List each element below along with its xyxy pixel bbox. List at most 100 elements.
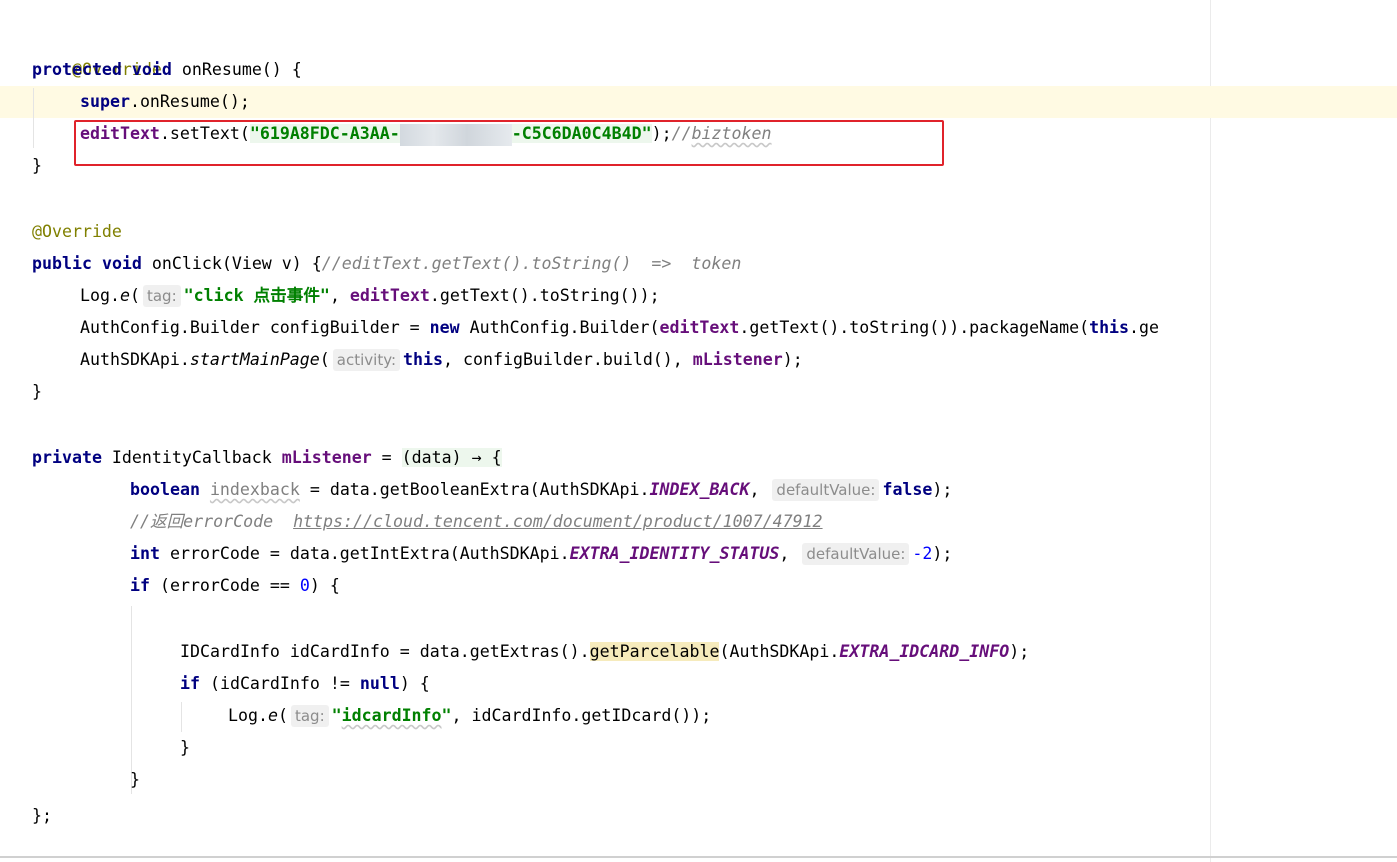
code-line[interactable]: Log.e(tag: "idcardInfo", idCardInfo.getID… <box>228 700 711 732</box>
code-line[interactable]: boolean indexback = data.getBooleanExtra… <box>130 474 952 506</box>
code-text: , <box>329 286 350 305</box>
closing-brace: } <box>180 738 190 757</box>
code-line[interactable]: public void onClick(View v) {//editText.… <box>32 248 741 280</box>
code-line[interactable]: //返回errorCode https://cloud.tencent.com/… <box>130 506 823 538</box>
code-text: Log. <box>80 286 120 305</box>
code-line[interactable]: int errorCode = data.getIntExtra(AuthSDK… <box>130 538 952 570</box>
field-reference: editText <box>349 286 430 305</box>
keyword: protected <box>32 60 122 79</box>
code-text: ( <box>319 350 330 369</box>
code-line[interactable]: protected void onResume() { <box>32 54 302 86</box>
parameter-hint: defaultValue: <box>802 543 910 565</box>
code-line[interactable]: Log.e(tag: "click 点击事件", editText.getText… <box>80 280 660 312</box>
right-margin-guide <box>1210 0 1211 862</box>
code-editor[interactable]: @Override protected void onResume() { su… <box>0 0 1397 862</box>
keyword: if <box>130 576 150 595</box>
string-literal: "click 点击事件" <box>183 286 330 305</box>
code-text: , <box>779 544 800 563</box>
code-text: , idCardInfo.getIDcard()); <box>451 706 712 725</box>
keyword: super <box>80 92 130 111</box>
parameter-hint: activity: <box>332 349 401 371</box>
static-method: e <box>119 286 130 305</box>
keyword: int <box>130 544 160 563</box>
code-text: .ge <box>1129 318 1160 337</box>
parameter-hint: tag: <box>142 285 181 307</box>
code-text: AuthSDKApi. <box>80 350 190 369</box>
code-line[interactable]: IDCardInfo idCardInfo = data.getExtras()… <box>180 636 1029 668</box>
code-text: IdentityCallback <box>101 448 282 467</box>
code-text: .getText().toString()); <box>429 286 660 305</box>
static-field: EXTRA_IDENTITY_STATUS <box>569 544 780 563</box>
comment: //返回errorCode <box>130 512 294 531</box>
folded-lambda[interactable]: (data) → { <box>401 448 502 467</box>
highlighted-method: getParcelable <box>589 642 720 661</box>
number-literal: -2 <box>912 544 933 563</box>
code-line[interactable]: } <box>130 764 140 796</box>
keyword: null <box>359 674 400 693</box>
code-text: onClick(View v) { <box>141 254 322 273</box>
keyword: false <box>882 480 933 499</box>
code-text: (idCardInfo != <box>199 674 360 693</box>
bottom-border <box>0 856 1397 858</box>
code-text: (errorCode == <box>149 576 300 595</box>
closing-brace: } <box>32 156 42 175</box>
code-text: IDCardInfo idCardInfo = data.getExtras()… <box>180 642 590 661</box>
code-line[interactable]: AuthConfig.Builder configBuilder = new A… <box>80 312 1159 344</box>
code-text: , configBuilder.build(), <box>443 350 693 369</box>
code-line[interactable]: } <box>32 150 42 182</box>
code-line[interactable]: if (idCardInfo != null) { <box>180 668 430 700</box>
closing-brace: } <box>32 382 42 401</box>
field-reference: mListener <box>692 350 783 369</box>
code-text: AuthConfig.Builder configBuilder = <box>80 318 430 337</box>
static-field: EXTRA_IDCARD_INFO <box>839 642 1010 661</box>
highlight-box <box>74 120 944 166</box>
code-text: ); <box>932 480 953 499</box>
code-text: Log. <box>228 706 268 725</box>
code-line[interactable]: if (errorCode == 0) { <box>130 570 340 602</box>
keyword: this <box>403 350 444 369</box>
number-literal: 0 <box>299 576 310 595</box>
comment-link[interactable]: https://cloud.tencent.com/document/produ… <box>293 512 823 531</box>
parameter-hint: defaultValue: <box>772 479 880 501</box>
code-text: ( <box>129 286 140 305</box>
field-reference: editText <box>659 318 740 337</box>
code-text: onResume() { <box>171 60 302 79</box>
code-text: AuthConfig.Builder( <box>459 318 660 337</box>
code-text: = <box>371 448 402 467</box>
keyword: new <box>429 318 460 337</box>
comment: //editText.getText().toString() => token <box>321 254 742 273</box>
keyword: if <box>180 674 200 693</box>
code-line[interactable]: }; <box>32 800 52 832</box>
closing-brace: } <box>130 770 140 789</box>
string-literal: "idcardInfo" <box>331 706 452 725</box>
code-text: .getText().toString()).packageName( <box>739 318 1090 337</box>
annotation: @Override <box>32 222 122 241</box>
field-reference: mListener <box>281 448 372 467</box>
code-line[interactable]: AuthSDKApi.startMainPage(activity: this, … <box>80 344 803 376</box>
code-text: ); <box>782 350 803 369</box>
code-line[interactable]: } <box>180 732 190 764</box>
code-line[interactable]: @Override <box>32 22 162 79</box>
unused-variable: indexback <box>209 480 300 499</box>
parameter-hint: tag: <box>290 705 329 727</box>
keyword: public <box>32 254 92 273</box>
static-field: INDEX_BACK <box>649 480 750 499</box>
code-line[interactable]: } <box>32 376 42 408</box>
keyword: void <box>101 254 142 273</box>
code-text: ); <box>1009 642 1030 661</box>
closing-brace: }; <box>32 806 52 825</box>
code-text: , <box>749 480 770 499</box>
keyword: void <box>131 60 172 79</box>
code-line[interactable]: super.onResume(); <box>80 86 250 118</box>
code-text: (AuthSDKApi. <box>719 642 840 661</box>
code-line[interactable]: private IdentityCallback mListener = (da… <box>32 442 502 474</box>
code-text: = data.getBooleanExtra(AuthSDKApi. <box>299 480 650 499</box>
keyword: this <box>1089 318 1130 337</box>
keyword: private <box>32 448 102 467</box>
code-line[interactable]: @Override <box>32 216 122 248</box>
static-method: e <box>267 706 278 725</box>
static-method: startMainPage <box>189 350 320 369</box>
keyword: boolean <box>130 480 200 499</box>
code-text: ) { <box>309 576 340 595</box>
code-text: errorCode = data.getIntExtra(AuthSDKApi. <box>159 544 570 563</box>
